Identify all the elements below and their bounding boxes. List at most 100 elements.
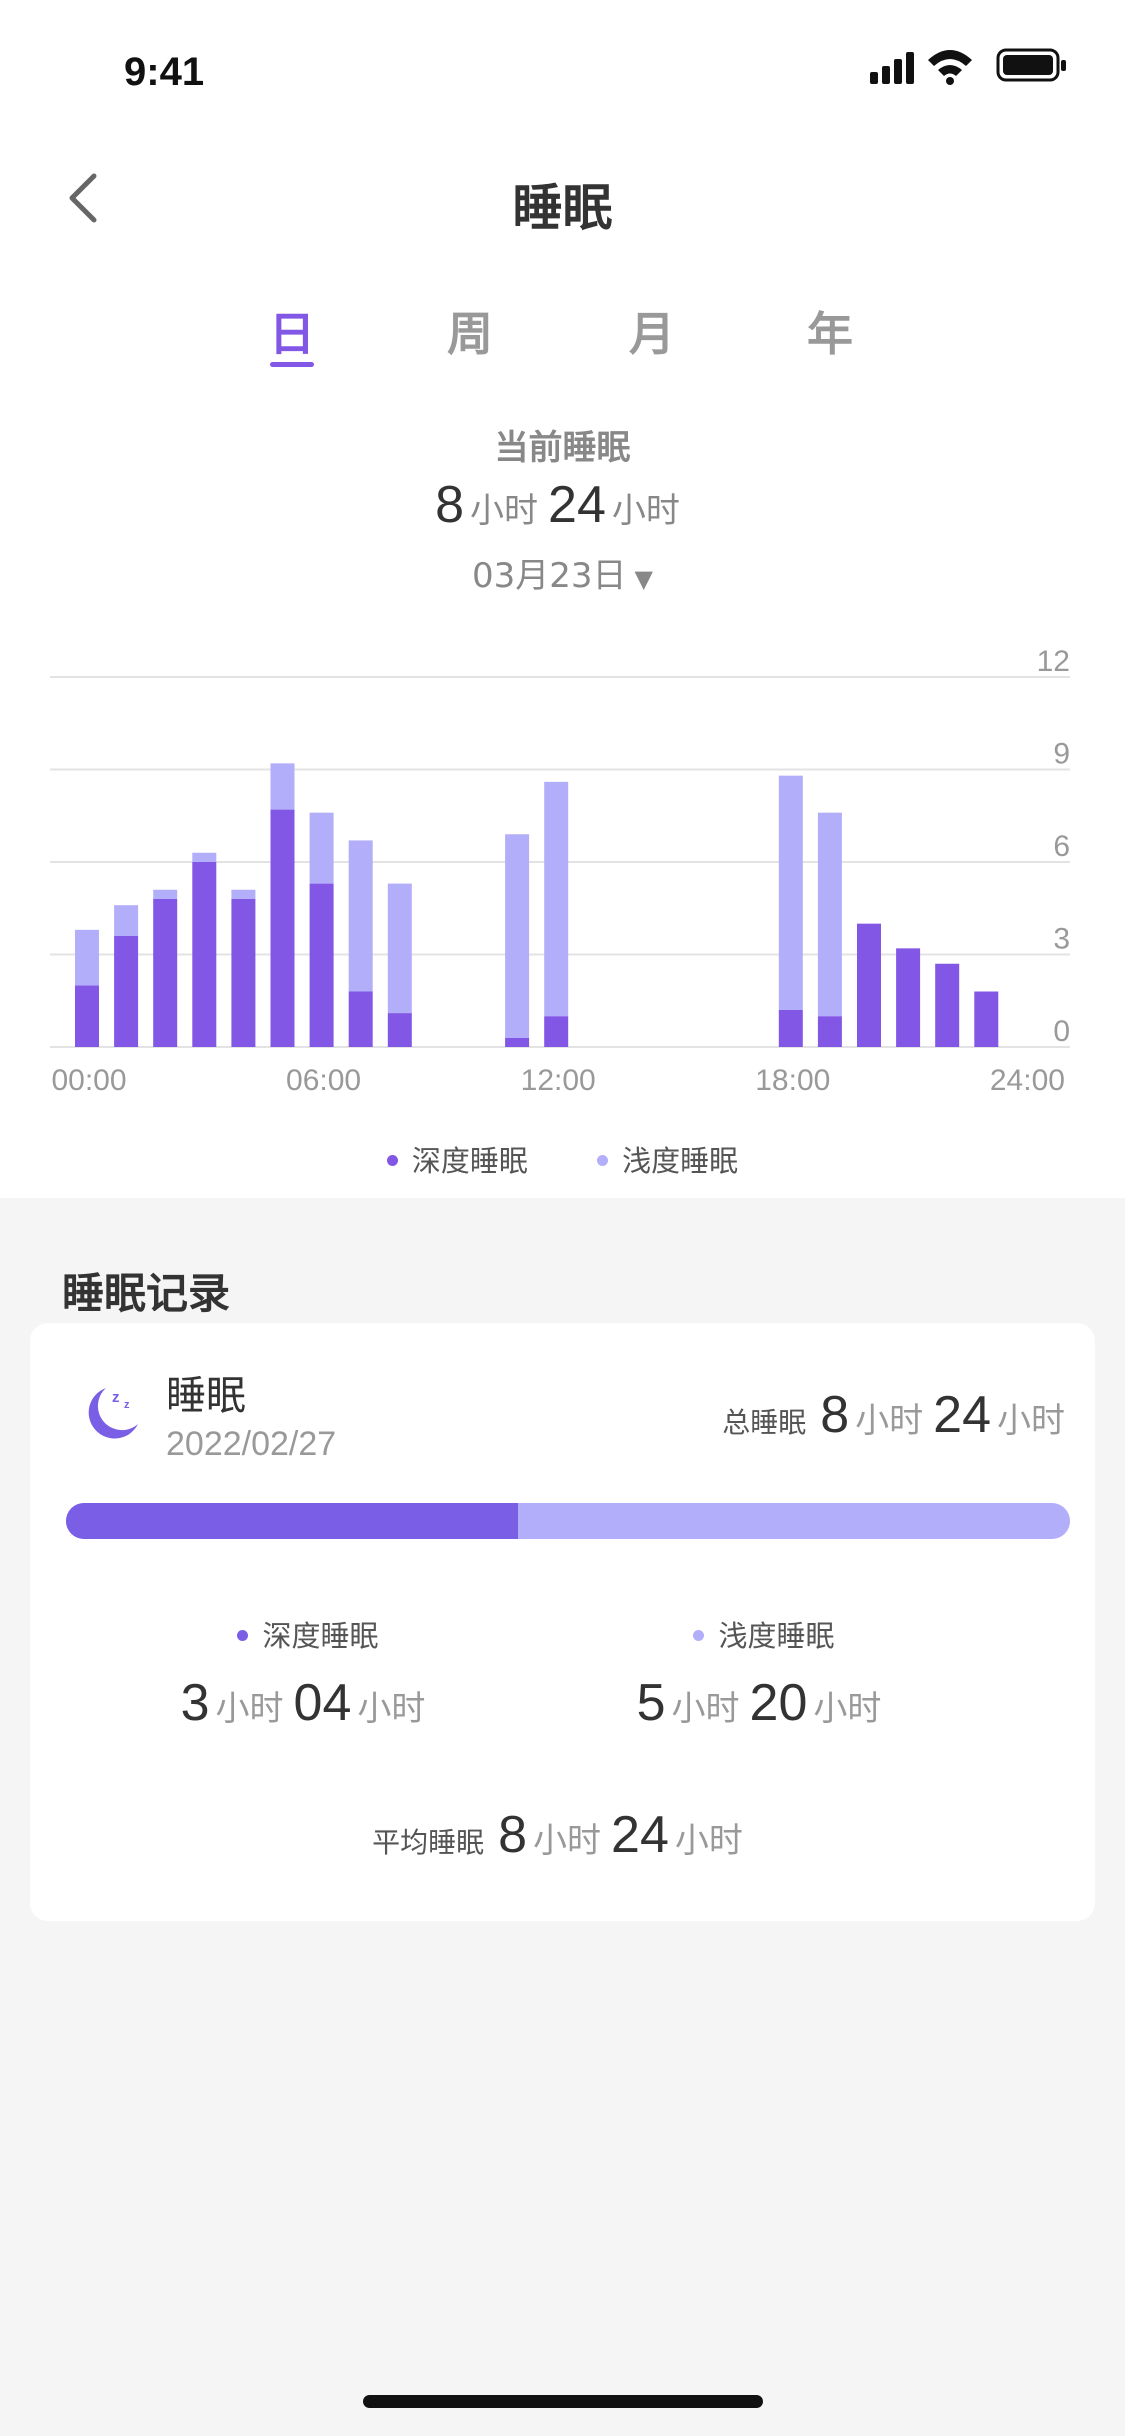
bar-light-sleep <box>387 883 412 1014</box>
avg-hours-unit: 小时 <box>533 1821 602 1861</box>
bar-deep-sleep <box>896 948 921 1047</box>
deep-hours: 3 <box>180 1674 210 1732</box>
bar-deep-sleep <box>270 809 295 1047</box>
bar-light-sleep <box>348 840 373 992</box>
x-tick-label: 06:00 <box>286 1064 361 1097</box>
tab-month[interactable]: 月 <box>592 298 712 364</box>
active-tab-indicator <box>270 362 314 367</box>
average-sleep: 平均睡眠 8 小时 24 小时 <box>30 1805 1095 1865</box>
bar-light-sleep <box>505 834 530 1038</box>
avg-hours: 8 <box>498 1806 528 1864</box>
svg-text:z: z <box>112 1389 120 1406</box>
date-label: 03月23日 <box>472 556 627 596</box>
status-time: 9:41 <box>124 50 205 94</box>
y-tick-label: 12 <box>1037 645 1070 678</box>
bar-deep-sleep <box>935 963 960 1047</box>
bar-light-sleep <box>778 775 803 1010</box>
current-sleep-label: 当前睡眠 <box>494 428 631 468</box>
svg-text:z: z <box>124 1399 130 1411</box>
bar-deep-sleep <box>192 862 217 1047</box>
light-sleep-label: 浅度睡眠 <box>718 1619 835 1653</box>
hours-unit: 小时 <box>470 491 539 531</box>
deep-sleep-stat: 深度睡眠 3 小时 04 小时 <box>58 1613 558 1733</box>
bar-deep-sleep <box>817 1016 842 1047</box>
sleep-record-card[interactable]: z z 睡眠 2022/02/27 总睡眠 8 小时 24 小时 深度睡眠 3 小时 04 小… <box>30 1323 1095 1921</box>
light-dot <box>693 1629 705 1641</box>
bar-light-sleep <box>270 763 295 810</box>
legend-deep-dot <box>386 1154 398 1166</box>
x-tick-label: 00:00 <box>51 1064 126 1097</box>
bar-deep-sleep <box>309 883 334 1047</box>
bar-deep-sleep <box>348 991 373 1047</box>
light-hours: 5 <box>636 1674 666 1732</box>
deep-minutes: 04 <box>293 1674 352 1732</box>
bar-deep-sleep <box>505 1037 530 1047</box>
deep-minutes-unit: 小时 <box>357 1689 426 1729</box>
tab-week[interactable]: 周 <box>410 298 530 364</box>
deep-sleep-value: 3 小时 04 小时 <box>58 1673 558 1733</box>
sleep-ratio-bar <box>66 1503 1070 1539</box>
bar-light-sleep <box>309 812 334 884</box>
total-hours-unit: 小时 <box>855 1401 924 1441</box>
y-tick-label: 9 <box>1053 738 1070 771</box>
bar-deep-sleep <box>114 936 139 1047</box>
y-tick-label: 6 <box>1053 830 1070 863</box>
bar-light-sleep <box>231 889 256 899</box>
tab-year[interactable]: 年 <box>770 298 890 364</box>
dropdown-triangle-icon: ▼ <box>634 565 653 593</box>
light-sleep-stat: 浅度睡眠 5 小时 20 小时 <box>514 1613 1014 1733</box>
bar-deep-sleep <box>974 991 999 1047</box>
moon-sleep-icon: z z <box>76 1378 146 1448</box>
x-tick-label: 18:00 <box>755 1064 830 1097</box>
bar-deep-sleep <box>231 899 256 1047</box>
deep-sleep-stat-header: 深度睡眠 <box>58 1613 558 1655</box>
total-hours: 8 <box>820 1386 850 1444</box>
period-tabs: 日 周 月 年 <box>0 298 1125 378</box>
light-hours-unit: 小时 <box>671 1689 740 1729</box>
y-tick-label: 0 <box>1053 1015 1070 1048</box>
light-sleep-value: 5 小时 20 小时 <box>514 1673 1014 1733</box>
record-title: 睡眠 <box>166 1373 246 1419</box>
page-title: 睡眠 <box>512 179 613 237</box>
current-sleep-hours: 8 <box>435 476 465 534</box>
bar-deep-sleep <box>387 1013 412 1047</box>
current-sleep-value: 8 小时 24 小时 <box>0 475 1125 535</box>
legend-deep-label: 深度睡眠 <box>411 1144 528 1178</box>
deep-dot <box>237 1629 249 1641</box>
bar-deep-sleep <box>778 1010 803 1047</box>
bar-light-sleep <box>192 852 217 862</box>
legend-light-label: 浅度睡眠 <box>622 1144 739 1178</box>
status-icons <box>870 46 1070 86</box>
minutes-unit: 小时 <box>611 491 680 531</box>
bar-deep-sleep <box>153 899 178 1047</box>
total-minutes-unit: 小时 <box>997 1401 1065 1441</box>
total-label: 总睡眠 <box>722 1406 807 1439</box>
total-minutes: 24 <box>933 1386 991 1444</box>
date-selector[interactable]: 03月23日 ▼ <box>0 548 1125 597</box>
deep-sleep-label: 深度睡眠 <box>262 1619 379 1653</box>
avg-label: 平均睡眠 <box>372 1826 485 1859</box>
deep-sleep-fill <box>66 1503 518 1539</box>
chart-legend: 深度睡眠 浅度睡眠 <box>0 1138 1125 1180</box>
record-total: 总睡眠 8 小时 24 小时 <box>722 1385 1065 1445</box>
bar-deep-sleep <box>75 985 99 1047</box>
x-tick-label: 12:00 <box>521 1064 596 1097</box>
y-tick-label: 3 <box>1053 923 1070 956</box>
current-sleep-minutes: 24 <box>548 476 606 534</box>
home-indicator[interactable] <box>363 2395 763 2408</box>
light-minutes-unit: 小时 <box>813 1689 882 1729</box>
avg-minutes-unit: 小时 <box>674 1821 743 1861</box>
record-date: 2022/02/27 <box>166 1425 337 1463</box>
bar-light-sleep <box>153 889 178 899</box>
legend-item-light: 浅度睡眠 <box>597 1138 738 1180</box>
bar-deep-sleep <box>857 923 881 1047</box>
bar-light-sleep <box>817 812 842 1017</box>
bar-deep-sleep <box>544 1016 569 1047</box>
tab-day[interactable]: 日 <box>232 298 352 364</box>
bar-light-sleep <box>75 929 99 986</box>
signal-wifi-battery-icon <box>870 48 1066 85</box>
legend-item-deep: 深度睡眠 <box>386 1138 528 1180</box>
light-minutes: 20 <box>749 1674 808 1732</box>
bar-light-sleep <box>544 781 569 1017</box>
deep-hours-unit: 小时 <box>215 1689 284 1729</box>
